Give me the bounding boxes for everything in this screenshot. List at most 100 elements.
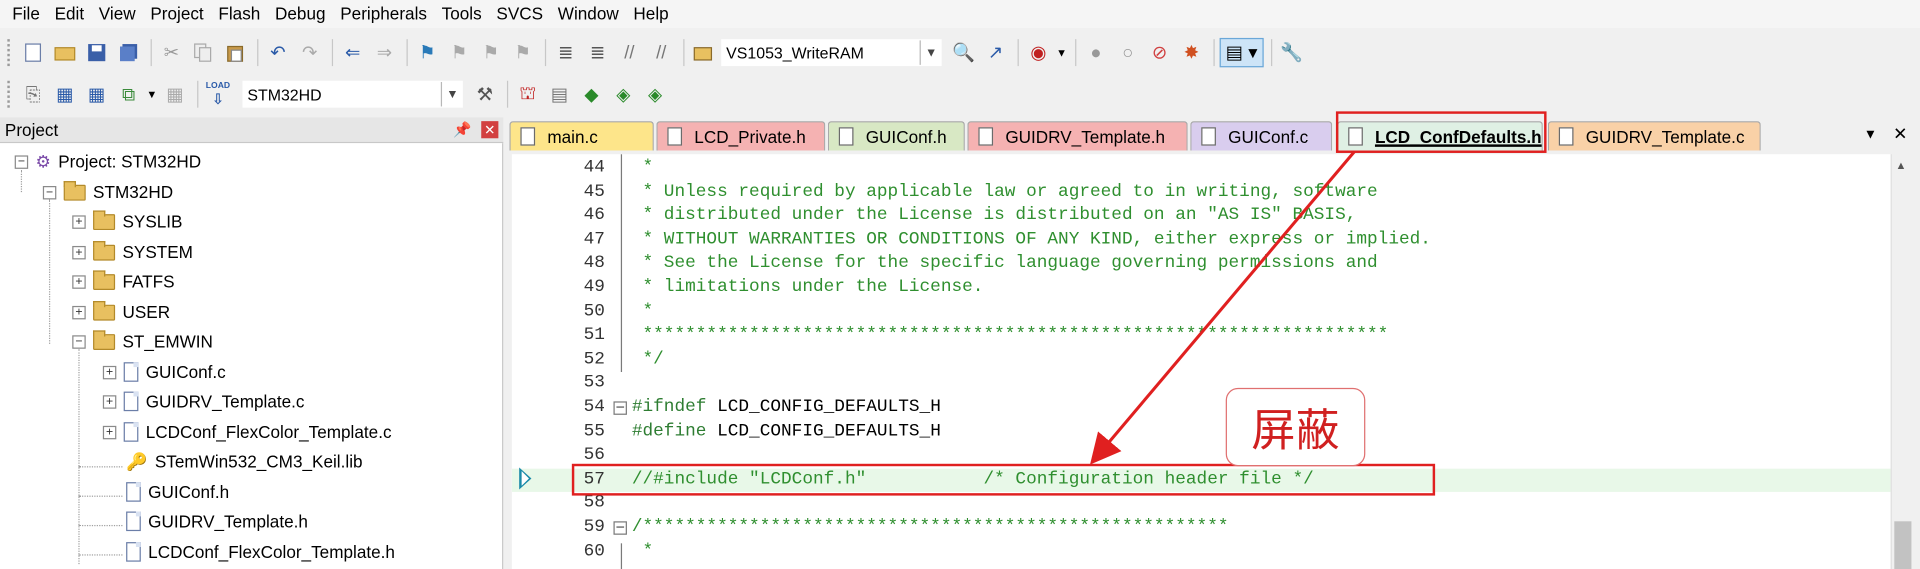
code-editor[interactable]: 44 * 45 * Unless required by applicable l…	[511, 154, 1891, 569]
code-line[interactable]: 51 *************************************…	[512, 325, 1891, 349]
code-line[interactable]: 44 *	[512, 157, 1891, 181]
bookmark-clear-icon[interactable]: ⚑	[508, 38, 537, 67]
collapse-icon[interactable]: −	[72, 334, 86, 349]
collapse-icon[interactable]: −	[14, 154, 29, 169]
menu-peripherals[interactable]: Peripherals	[333, 0, 434, 28]
menu-project[interactable]: Project	[143, 0, 211, 28]
code-line[interactable]: 45 * Unless required by applicable law o…	[512, 181, 1891, 205]
manage-run-time-icon[interactable]: ◆	[577, 80, 606, 109]
cut-icon[interactable]: ✂	[157, 38, 186, 67]
find-combo[interactable]: VS1053_WriteRAM ▼	[721, 39, 942, 67]
tree-item-stemwin-lib[interactable]: 🔑 STemWin532_CM3_Keil.lib	[126, 448, 362, 475]
tree-item-user[interactable]: + USER	[72, 299, 170, 326]
kill-breakpoints-icon[interactable]: ✸	[1177, 38, 1206, 67]
tree-item-syslib[interactable]: + SYSLIB	[72, 208, 182, 235]
menu-help[interactable]: Help	[626, 0, 676, 28]
tree-item-guidrv-template-h[interactable]: GUIDRV_Template.h	[126, 508, 308, 535]
comment-icon[interactable]: //	[615, 38, 644, 67]
code-line[interactable]: 46 * distributed under the License is di…	[512, 205, 1891, 229]
fold-toggle-icon[interactable]: −	[613, 521, 627, 535]
enable-breakpoint-icon[interactable]: ○	[1113, 38, 1142, 67]
toolbar-grip[interactable]	[7, 80, 11, 108]
toolbar-grip[interactable]	[7, 39, 11, 67]
bookmark-icon[interactable]: ⚑	[413, 38, 442, 67]
tree-item-lcdconf-flexcolor-c[interactable]: + LCDConf_FlexColor_Template.c	[102, 419, 392, 446]
find-in-files-icon[interactable]	[689, 38, 718, 67]
vertical-scrollbar[interactable]: ▲	[1890, 154, 1913, 569]
scrollbar-thumb[interactable]	[1894, 521, 1912, 569]
unindent-icon[interactable]: ≣	[583, 38, 612, 67]
menu-flash[interactable]: Flash	[211, 0, 268, 28]
bookmark-prev-icon[interactable]: ⚑	[444, 38, 473, 67]
tab-guidrv-template-h[interactable]: GUIDRV_Template.h	[967, 121, 1188, 151]
tree-item-project[interactable]: − ⚙ Project: STM32HD	[14, 148, 201, 175]
close-icon[interactable]: ✕	[481, 121, 499, 139]
tree-item-fatfs[interactable]: + FATFS	[72, 268, 175, 295]
navigate-back-icon[interactable]: ⇐	[338, 38, 367, 67]
code-line[interactable]: 59−/************************************…	[512, 516, 1891, 540]
tab-list-icon[interactable]: ▼	[1864, 127, 1877, 142]
bookmark-next-icon[interactable]: ⚑	[476, 38, 505, 67]
open-folder-icon[interactable]	[50, 38, 79, 67]
configure-icon[interactable]: 🔧	[1277, 38, 1306, 67]
debug-session-icon[interactable]: ◉	[1024, 38, 1053, 67]
select-packs-icon[interactable]: ▤	[545, 80, 574, 109]
indent-icon[interactable]: ≣	[551, 38, 580, 67]
save-all-icon[interactable]	[114, 38, 143, 67]
expand-icon[interactable]: +	[102, 394, 117, 409]
code-line[interactable]: 58	[512, 492, 1891, 516]
scroll-up-icon[interactable]: ▲	[1896, 159, 1907, 171]
navigate-forward-icon[interactable]: ⇒	[370, 38, 399, 67]
tree-item-system[interactable]: + SYSTEM	[72, 239, 193, 266]
tab-guiconf-h[interactable]: GUIConf.h	[827, 121, 965, 151]
code-line[interactable]: 47 * WITHOUT WARRANTIES OR CONDITIONS OF…	[512, 229, 1891, 253]
expand-icon[interactable]: +	[72, 305, 86, 319]
chevron-down-icon[interactable]: ▼	[440, 81, 463, 107]
build-icon[interactable]: ▦	[50, 80, 79, 109]
menu-window[interactable]: Window	[550, 0, 626, 28]
redo-icon[interactable]: ↷	[295, 38, 324, 67]
chevron-down-icon[interactable]: ▼	[1056, 38, 1068, 67]
tree-item-target[interactable]: − STM32HD	[42, 179, 173, 206]
translate-icon[interactable]: ⎘	[18, 80, 47, 109]
expand-icon[interactable]: +	[102, 365, 117, 379]
expand-icon[interactable]: +	[102, 425, 117, 439]
menu-view[interactable]: View	[91, 0, 143, 28]
download-icon[interactable]: LOAD ⇩	[203, 80, 232, 109]
close-icon[interactable]: ✕	[1893, 124, 1907, 145]
tree-item-guidrv-template-c[interactable]: + GUIDRV_Template.c	[102, 388, 305, 415]
component-icon[interactable]: ◈	[640, 80, 669, 109]
paste-icon[interactable]	[220, 38, 249, 67]
window-layout-icon[interactable]: ▤ ▾	[1219, 37, 1264, 68]
tree-item-lcdconf-flexcolor-h[interactable]: LCDConf_FlexColor_Template.h	[126, 538, 395, 565]
code-line[interactable]: 54− #ifndef LCD_CONFIG_DEFAULTS_H	[512, 396, 1891, 420]
code-line[interactable]: 52 */	[512, 349, 1891, 373]
menu-svcs[interactable]: SVCS	[489, 0, 550, 28]
code-line[interactable]: 48 * See the License for the specific la…	[512, 253, 1891, 277]
insert-breakpoint-icon[interactable]: ●	[1081, 38, 1110, 67]
code-line[interactable]: 53	[512, 372, 1891, 396]
copy-icon[interactable]	[189, 38, 218, 67]
disable-breakpoints-icon[interactable]: ⊘	[1145, 38, 1174, 67]
code-line[interactable]: 60 *	[512, 540, 1891, 564]
code-line[interactable]: 50 *	[512, 301, 1891, 325]
menu-edit[interactable]: Edit	[47, 0, 91, 28]
menu-file[interactable]: File	[5, 0, 47, 28]
tab-guidrv-template-c[interactable]: GUIDRV_Template.c	[1547, 121, 1761, 151]
tab-main-c[interactable]: main.c	[509, 121, 654, 151]
expand-icon[interactable]: +	[72, 274, 86, 289]
code-line[interactable]: 55 #define LCD_CONFIG_DEFAULTS_H	[512, 420, 1891, 444]
collapse-icon[interactable]: −	[42, 185, 57, 199]
menu-tools[interactable]: Tools	[434, 0, 489, 28]
save-icon[interactable]	[82, 38, 111, 67]
pin-icon[interactable]: 📌	[453, 121, 471, 138]
manage-project-items-icon[interactable]: ⛫	[513, 80, 542, 109]
tab-guiconf-c[interactable]: GUIConf.c	[1190, 121, 1333, 151]
incremental-find-icon[interactable]: ↗	[981, 38, 1010, 67]
rebuild-icon[interactable]: ▦	[82, 80, 111, 109]
uncomment-icon[interactable]: //	[647, 38, 676, 67]
tree-item-guiconf-c[interactable]: + GUIConf.c	[102, 359, 226, 386]
find-icon[interactable]: 🔍	[949, 38, 978, 67]
tree-item-guiconf-h[interactable]: GUIConf.h	[126, 478, 229, 505]
tree-item-st-emwin[interactable]: − ST_EMWIN	[72, 328, 213, 355]
